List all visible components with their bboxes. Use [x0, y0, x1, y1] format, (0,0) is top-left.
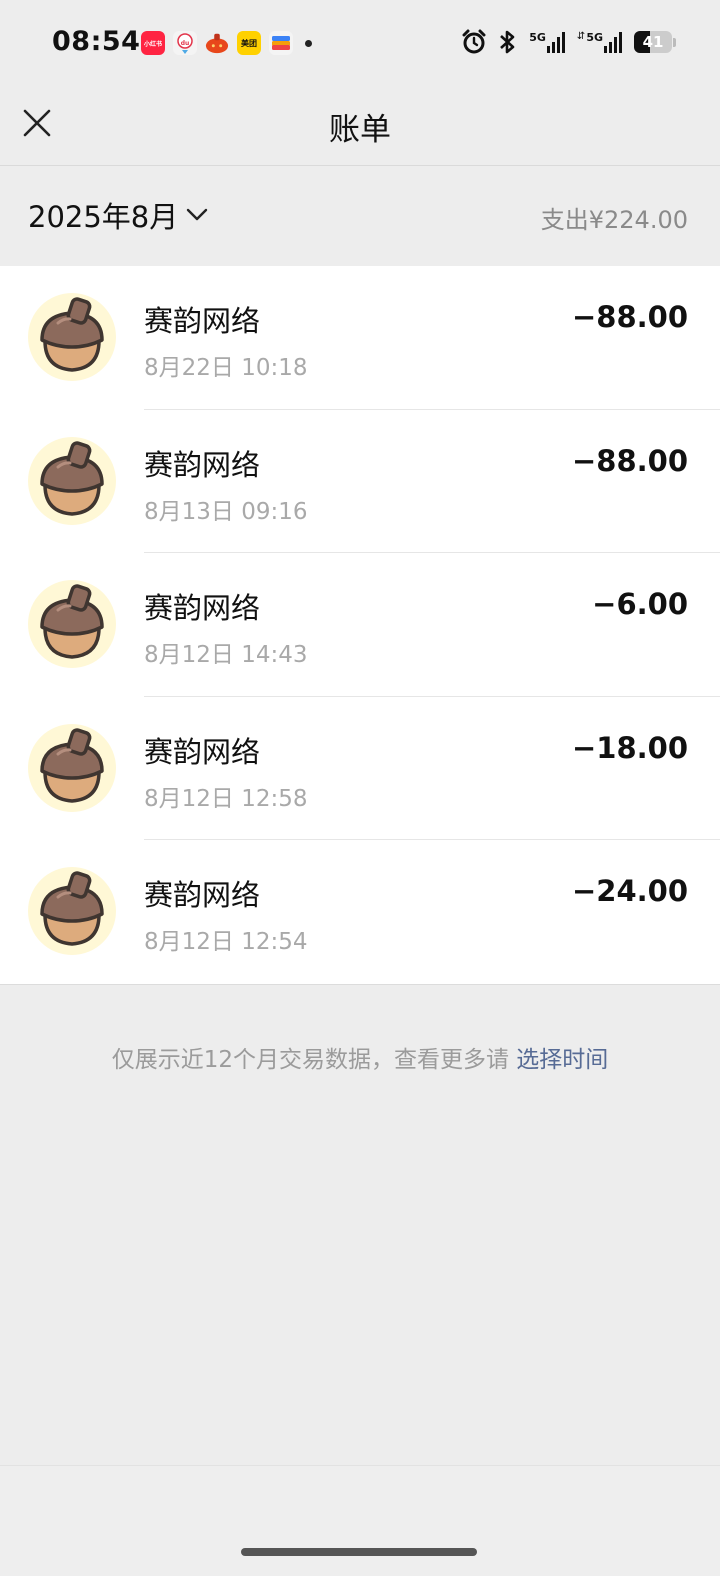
data-arrows-icon: ⇵	[576, 31, 586, 42]
transaction-row[interactable]: 赛韵网络 8月12日 12:58 −18.00	[0, 697, 720, 841]
battery-tip	[673, 37, 676, 47]
page-title: 账单	[329, 112, 391, 148]
signal-1: 5G	[529, 31, 567, 53]
merchant-avatar	[28, 867, 116, 956]
transaction-amount: −88.00	[571, 443, 688, 478]
status-time: 08:54	[52, 26, 141, 57]
meituan-icon-label: 美团	[241, 38, 257, 48]
acorn-icon	[28, 293, 116, 381]
status-bar: 08:54 小红书 du 美团 5G ⇵ 5G 41	[0, 0, 720, 90]
select-time-link[interactable]: 选择时间	[516, 1047, 608, 1073]
alarm-icon	[462, 29, 486, 54]
transaction-row[interactable]: 赛韵网络 8月13日 09:16 −88.00	[0, 410, 720, 554]
transaction-row[interactable]: 赛韵网络 8月22日 10:18 −88.00	[0, 266, 720, 410]
notification-app-icons: 小红书 du 美团	[141, 31, 312, 55]
xiaohongshu-icon-label: 小红书	[143, 40, 162, 48]
network-type-1: 5G	[529, 31, 546, 44]
bottom-area	[0, 1465, 720, 1576]
wallet-icon	[269, 31, 293, 55]
transaction-time: 8月12日 12:54	[144, 929, 308, 956]
transaction-time: 8月12日 12:58	[144, 785, 308, 812]
wallet-glyph	[272, 36, 290, 50]
transaction-amount: −24.00	[571, 874, 688, 909]
month-selector[interactable]: 2025年8月	[28, 194, 208, 236]
transaction-row[interactable]: 赛韵网络 8月12日 14:43 −6.00	[0, 553, 720, 697]
bluetooth-icon	[500, 30, 515, 54]
battery-level: 41	[642, 33, 664, 51]
battery-icon: 41	[634, 31, 672, 53]
footer-note-text: 仅展示近12个月交易数据，查看更多请	[111, 1047, 509, 1073]
merchant-name: 赛韵网络	[144, 304, 261, 338]
signal-bars-icon	[546, 32, 565, 53]
transaction-time: 8月13日 09:16	[144, 498, 308, 525]
dewu-icon: du	[173, 31, 197, 55]
taobao-glyph	[205, 33, 229, 54]
acorn-icon	[28, 580, 116, 669]
filter-bar: 2025年8月 支出¥224.00	[0, 166, 720, 265]
merchant-avatar	[28, 580, 116, 669]
system-icons: 5G ⇵ 5G 41	[461, 29, 676, 55]
merchant-avatar	[28, 436, 116, 525]
taobao-icon	[205, 31, 229, 55]
home-indicator[interactable]	[241, 1548, 477, 1556]
month-label: 2025年8月	[28, 200, 179, 234]
merchant-name: 赛韵网络	[144, 591, 261, 626]
dewu-icon-label: du	[180, 39, 190, 47]
transaction-amount: −88.00	[571, 300, 688, 334]
merchant-name: 赛韵网络	[144, 447, 261, 482]
chevron-down-icon	[187, 208, 208, 221]
battery-group: 41	[634, 31, 676, 53]
merchant-name: 赛韵网络	[144, 734, 261, 769]
transaction-time: 8月12日 14:43	[144, 642, 308, 669]
transaction-row[interactable]: 赛韵网络 8月12日 12:54 −24.00	[0, 840, 720, 984]
merchant-avatar	[28, 723, 116, 812]
xiaohongshu-icon: 小红书	[141, 31, 165, 55]
transaction-amount: −6.00	[592, 587, 688, 622]
merchant-avatar	[28, 293, 116, 381]
merchant-name: 赛韵网络	[144, 878, 261, 913]
acorn-icon	[28, 436, 116, 525]
network-type-2: 5G	[586, 31, 603, 44]
footer-note: 仅展示近12个月交易数据，查看更多请 选择时间	[0, 1040, 720, 1074]
nav-bar: 账单	[0, 90, 720, 166]
acorn-icon	[28, 723, 116, 812]
transaction-amount: −18.00	[571, 730, 688, 765]
signal-bars-icon	[604, 32, 622, 53]
acorn-icon	[28, 867, 116, 956]
transaction-list: 赛韵网络 8月22日 10:18 −88.00 赛韵网络 8月13日 09:16…	[0, 266, 720, 985]
more-notifications-dot	[305, 39, 312, 47]
expense-summary: 支出¥224.00	[540, 206, 688, 234]
transaction-time: 8月22日 10:18	[144, 355, 308, 381]
signal-2: ⇵ 5G	[577, 31, 624, 53]
meituan-icon: 美团	[237, 31, 261, 55]
